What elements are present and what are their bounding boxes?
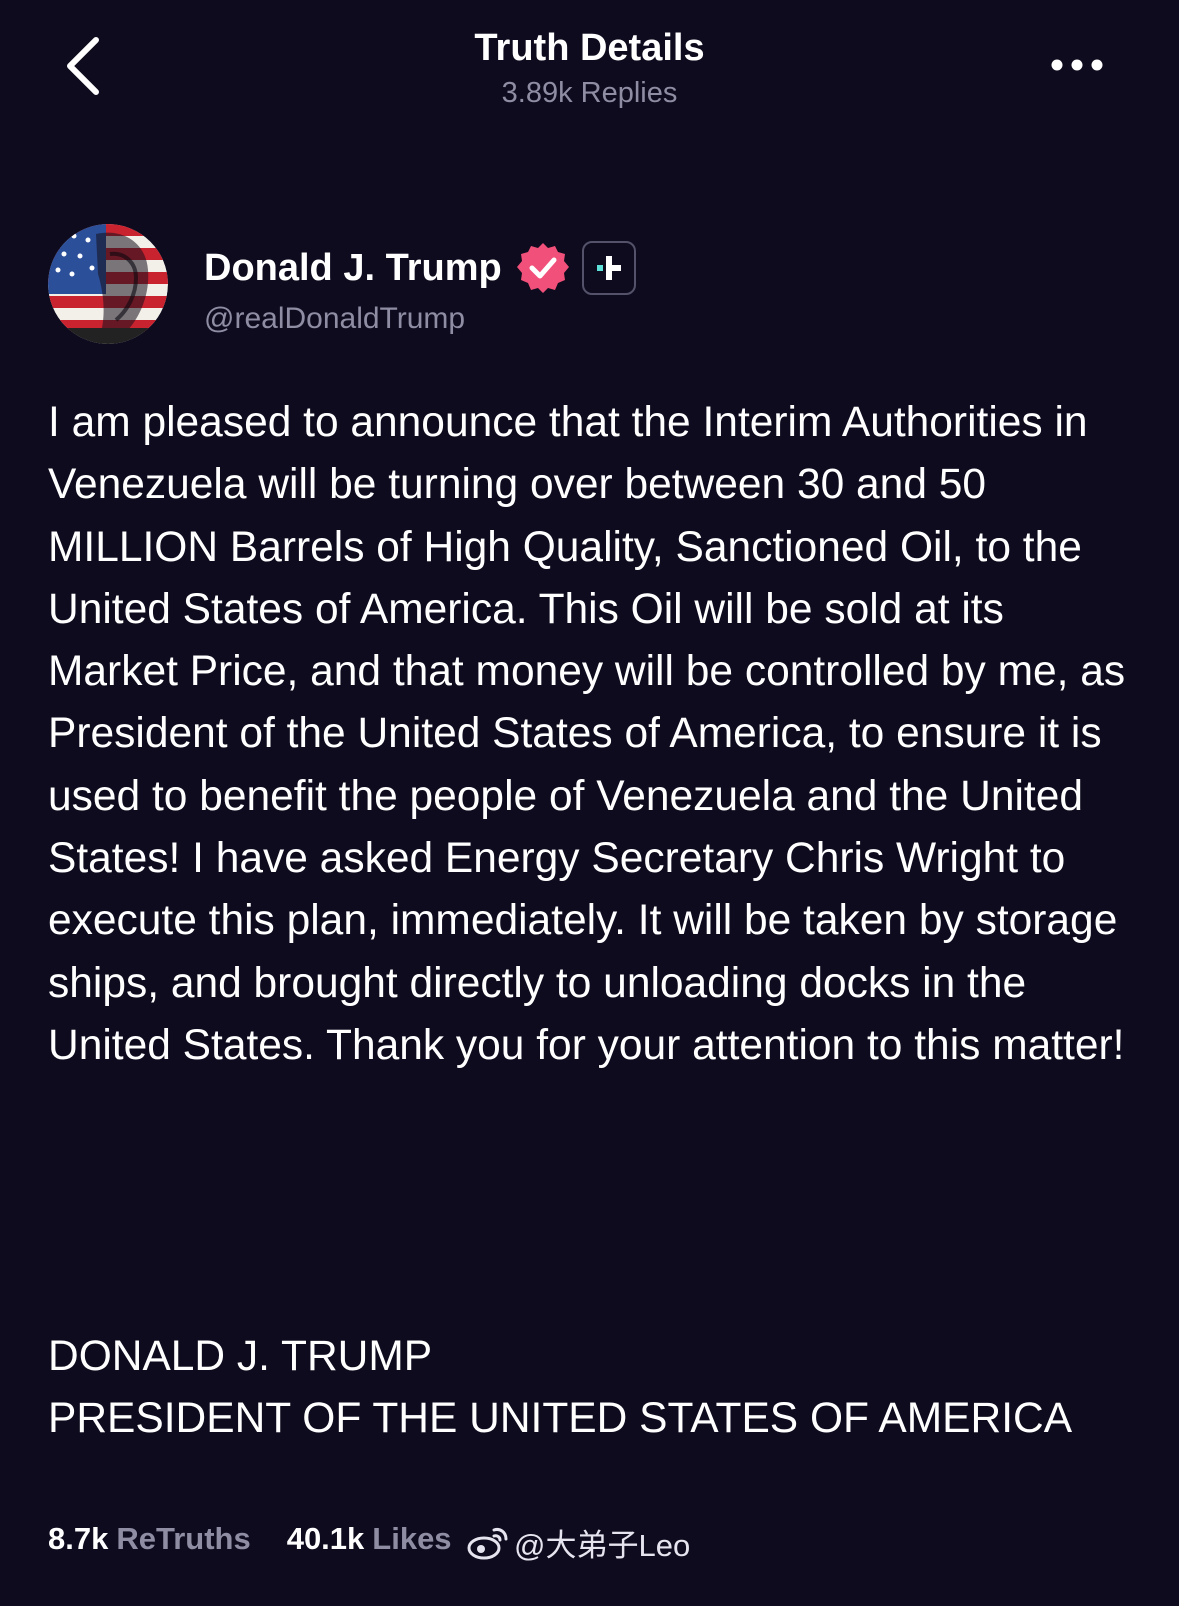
retruths-label: ReTruths (116, 1521, 251, 1556)
weibo-icon (467, 1528, 508, 1560)
avatar[interactable] (48, 224, 168, 344)
post-author: Donald J. Trump @realDonaldTrump (48, 224, 1128, 348)
page-title: Truth Details (474, 27, 705, 69)
likes-count: 40.1k (286, 1521, 365, 1556)
likes-label: Likes (372, 1521, 452, 1556)
top-bar: Truth Details 3.89k Replies (0, 0, 1179, 140)
retruths-stat[interactable]: 8.7k ReTruths (48, 1521, 251, 1557)
signature-title: PRESIDENT OF THE UNITED STATES OF AMERIC… (48, 1395, 1073, 1442)
avatar-flag-portrait-icon (48, 224, 168, 344)
follow-plus-icon (596, 256, 621, 280)
title-block: Truth Details 3.89k Replies (0, 24, 1179, 114)
retruths-count: 8.7k (48, 1521, 109, 1556)
replies-count[interactable]: 3.89k Replies (0, 72, 1179, 114)
name-row: Donald J. Trump (204, 238, 636, 298)
display-name[interactable]: Donald J. Trump (204, 247, 502, 290)
post-text: I am pleased to announce that the Interi… (48, 399, 1126, 1069)
post-signature: DONALD J. TRUMP PRESIDENT OF THE UNITED … (48, 1326, 1148, 1450)
follow-button[interactable] (581, 241, 636, 295)
likes-stat[interactable]: 40.1k Likes (287, 1521, 452, 1557)
post-stats: 8.7k ReTruths 40.1k Likes (48, 1514, 452, 1564)
watermark-text: @大弟子Leo (514, 1527, 691, 1563)
signature-name: DONALD J. TRUMP (48, 1333, 433, 1380)
verified-badge-icon (516, 243, 569, 293)
watermark: @大弟子Leo (466, 1518, 690, 1566)
more-options-button[interactable] (1047, 48, 1107, 82)
user-handle[interactable]: @realDonaldTrump (204, 302, 465, 336)
ellipsis-horizontal-icon (1051, 59, 1103, 71)
